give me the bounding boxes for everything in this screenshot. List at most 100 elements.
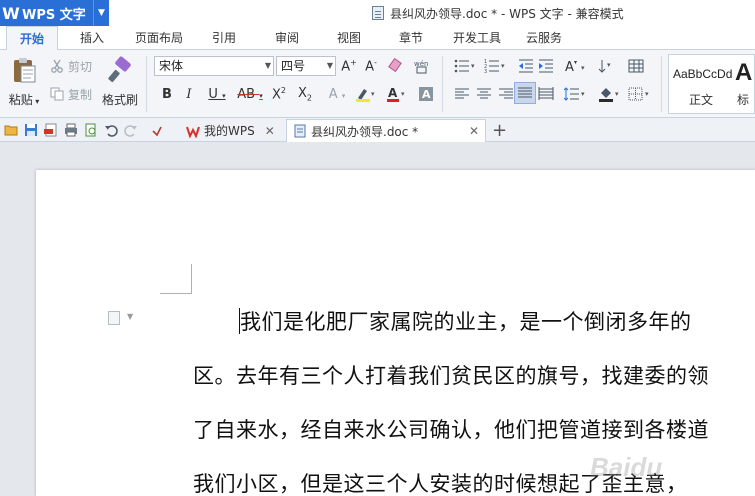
- print-icon[interactable]: [64, 123, 78, 137]
- line-spacing-button[interactable]: ▾: [562, 84, 590, 104]
- paste-dropdown-icon[interactable]: ▾: [33, 97, 39, 106]
- quick-access-customize-icon[interactable]: [152, 123, 162, 137]
- tab-view[interactable]: 视图: [323, 26, 375, 50]
- style-normal-sample: AaBbCcDd: [673, 67, 733, 81]
- change-case-icon: A ▾ ▾: [565, 59, 585, 74]
- paste-button[interactable]: 粘贴 ▾: [4, 56, 44, 108]
- save-icon[interactable]: [24, 123, 38, 137]
- shrink-font-icon: A-: [365, 57, 377, 75]
- copy-button[interactable]: 复制: [50, 84, 92, 104]
- new-tab-icon[interactable]: +: [492, 120, 507, 141]
- wps-home-icon: [186, 126, 200, 138]
- document-text-line[interactable]: 了自来水，经自来水公司确认，他们把管道接到各楼道: [193, 414, 709, 444]
- export-pdf-icon[interactable]: [44, 123, 58, 137]
- paragraph-menu-dropdown-icon[interactable]: ▼: [127, 312, 133, 321]
- table-button[interactable]: [626, 56, 646, 76]
- numbering-button[interactable]: 1 2 3 ▾: [482, 56, 510, 76]
- paragraph-menu-icon[interactable]: [108, 311, 120, 325]
- svg-text:3: 3: [484, 69, 487, 74]
- align-right-button[interactable]: [496, 84, 516, 104]
- undo-icon[interactable]: [104, 123, 118, 137]
- group-separator: [661, 56, 662, 112]
- tab-chapter[interactable]: 章节: [385, 26, 437, 50]
- redo-icon[interactable]: [124, 123, 138, 137]
- cut-button[interactable]: 剪切: [50, 56, 92, 76]
- wps-menu-button[interactable]: W WPS 文字 ▼: [0, 0, 109, 26]
- strikethrough-button[interactable]: AB ▾: [234, 84, 266, 104]
- style-normal[interactable]: AaBbCcDd 正文: [669, 55, 733, 113]
- style-heading-label: 标: [737, 93, 750, 107]
- close-tab-icon[interactable]: ✕: [265, 124, 275, 138]
- svg-text:▾: ▾: [401, 90, 405, 98]
- strikethrough-icon: AB ▾: [237, 86, 263, 102]
- document-text-line[interactable]: 我们是化肥厂家属院的业主，是一个倒闭多年的: [240, 306, 692, 336]
- tab-cloud-service[interactable]: 云服务: [516, 26, 572, 50]
- change-case-button[interactable]: A ▾ ▾: [562, 56, 590, 76]
- italic-icon: I: [186, 86, 192, 102]
- svg-text:A: A: [565, 60, 574, 74]
- subscript-icon: X2: [298, 85, 312, 103]
- font-size-select[interactable]: 四号 ▼: [276, 56, 336, 76]
- style-heading[interactable]: A 标: [733, 55, 755, 113]
- distributed-align-button[interactable]: [536, 84, 556, 104]
- document-icon: [372, 6, 384, 20]
- tab-page-layout[interactable]: 页面布局: [126, 26, 192, 50]
- align-left-icon: [455, 88, 469, 99]
- shrink-font-button[interactable]: A-: [360, 56, 382, 76]
- doc-tab-home-label: 我的WPS: [204, 124, 255, 138]
- tab-references[interactable]: 引用: [198, 26, 250, 50]
- shading-button[interactable]: ▾: [596, 84, 624, 104]
- font-name-select[interactable]: 宋体 ▼: [154, 56, 274, 76]
- align-left-button[interactable]: [452, 84, 472, 104]
- highlight-button[interactable]: ▾: [352, 84, 380, 104]
- character-shading-button[interactable]: A: [416, 84, 436, 104]
- underline-button[interactable]: U ▾: [202, 84, 232, 104]
- close-tab-icon[interactable]: ✕: [469, 124, 479, 138]
- bullets-button[interactable]: ▾: [452, 56, 480, 76]
- sort-button[interactable]: ▾: [596, 56, 622, 76]
- svg-text:A: A: [388, 86, 398, 100]
- decrease-indent-button[interactable]: [516, 56, 536, 76]
- borders-button[interactable]: ▾: [626, 84, 654, 104]
- tab-home[interactable]: 开始: [6, 26, 58, 51]
- font-size-value: 四号: [281, 59, 306, 73]
- doc-tab-current[interactable]: 县纠风办领导.doc * ✕: [286, 119, 486, 142]
- bold-button[interactable]: B: [156, 84, 178, 104]
- character-shading-icon: A: [419, 87, 433, 101]
- doc-tab-home[interactable]: 我的WPS ✕: [176, 119, 281, 142]
- align-center-button[interactable]: [474, 84, 494, 104]
- eraser-icon: [388, 58, 402, 73]
- table-grid-icon: [628, 59, 644, 73]
- ribbon-home: 粘贴 ▾ 剪切 复制 格式刷 宋体 ▼ 四号 ▼ A+ A- wén B I U…: [0, 50, 755, 118]
- format-painter-label: 格式刷: [101, 93, 138, 107]
- svg-text:▾: ▾: [607, 61, 611, 69]
- document-text-line[interactable]: 区。去年有三个人打着我们贫民区的旗号，找建委的领: [193, 360, 709, 390]
- tab-insert[interactable]: 插入: [66, 26, 118, 50]
- align-right-icon: [499, 88, 513, 99]
- subscript-button[interactable]: X2: [294, 84, 316, 104]
- svg-text:▾: ▾: [471, 62, 475, 70]
- font-color-button[interactable]: A ▾: [384, 84, 410, 104]
- tab-review[interactable]: 审阅: [261, 26, 313, 50]
- increase-indent-button[interactable]: [536, 56, 556, 76]
- paint-bucket-icon: ▾: [599, 88, 619, 102]
- format-painter-button[interactable]: 格式刷: [100, 56, 140, 108]
- grow-font-button[interactable]: A+: [338, 56, 360, 76]
- font-size-dropdown-icon: ▼: [326, 61, 333, 70]
- text-effect-button[interactable]: A ▾: [324, 84, 350, 104]
- wps-menu-dropdown-icon[interactable]: ▼: [93, 0, 109, 26]
- pinyin-guide-button[interactable]: wén: [410, 56, 436, 76]
- svg-text:▾: ▾: [371, 90, 375, 98]
- styles-gallery: AaBbCcDd 正文 A 标: [668, 54, 755, 114]
- justify-button[interactable]: [514, 82, 536, 104]
- open-folder-icon[interactable]: [4, 123, 18, 137]
- font-name-dropdown-icon: ▼: [264, 61, 271, 70]
- print-preview-icon[interactable]: [84, 123, 98, 137]
- clear-format-button[interactable]: [385, 56, 405, 76]
- italic-button[interactable]: I: [178, 84, 200, 104]
- tab-developer-tools[interactable]: 开发工具: [446, 26, 508, 50]
- group-separator: [442, 56, 443, 112]
- baidu-watermark: Baidu: [590, 452, 663, 482]
- line-spacing-icon: ▾: [564, 87, 585, 101]
- superscript-button[interactable]: X2: [268, 84, 290, 104]
